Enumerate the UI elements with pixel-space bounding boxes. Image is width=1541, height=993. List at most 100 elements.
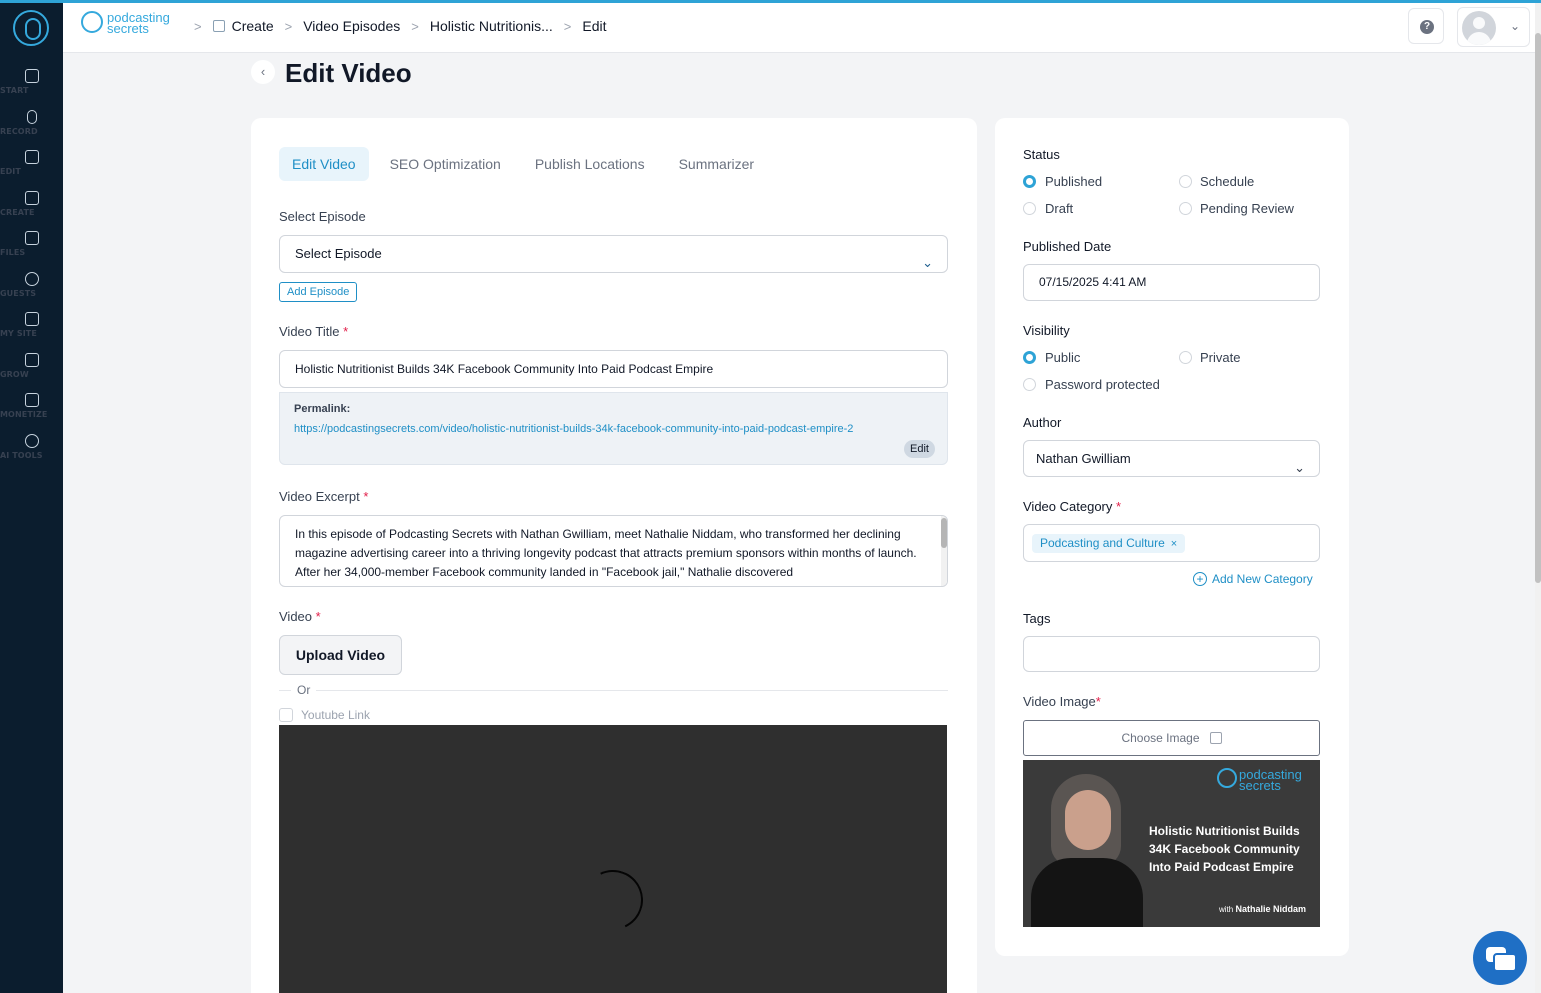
choose-image-button[interactable]: Choose Image	[1023, 720, 1320, 756]
chevron-down-icon: ⌄	[1294, 460, 1305, 475]
author-label: Author	[1023, 415, 1062, 430]
thumbnail-guest-name: Nathalie Niddam	[1235, 904, 1306, 914]
thumbnail-guest: with Nathalie Niddam	[1219, 904, 1306, 914]
video-image-label: Video Image*	[1023, 694, 1101, 709]
breadcrumb-episode[interactable]: Holistic Nutritionis...	[430, 18, 553, 34]
video-title-input[interactable]: Holistic Nutritionist Builds 34K Faceboo…	[279, 350, 948, 388]
breadcrumb-create[interactable]: Create	[232, 18, 274, 34]
published-date-input[interactable]: 07/15/2025 4:41 AM	[1023, 264, 1320, 301]
files-icon	[24, 231, 39, 245]
video-label-text: Video	[279, 609, 313, 624]
video-category-label: Video Category *	[1023, 499, 1121, 514]
tab-summarizer[interactable]: Summarizer	[666, 147, 767, 181]
sidebar-item-start[interactable]: START	[0, 69, 63, 95]
thumbnail-title: Holistic Nutritionist Builds 34K Faceboo…	[1149, 824, 1300, 874]
sidebar-item-label: FILES	[0, 248, 26, 257]
add-new-category-button[interactable]: + Add New Category	[1193, 572, 1313, 586]
status-schedule-radio[interactable]	[1179, 175, 1192, 188]
status-published-label: Published	[1045, 174, 1103, 189]
status-draft-label: Draft	[1045, 201, 1074, 216]
sidebar-item-edit[interactable]: EDIT	[0, 150, 63, 176]
video-category-label-text: Video Category	[1023, 499, 1113, 514]
sidebar-item-label: GROW	[0, 370, 29, 379]
required-mark: *	[315, 609, 321, 624]
breadcrumb-video-episodes[interactable]: Video Episodes	[303, 18, 400, 34]
sidebar-item-label: START	[0, 86, 29, 95]
tab-publish-locations[interactable]: Publish Locations	[522, 147, 658, 181]
close-icon[interactable]: ×	[1171, 538, 1177, 550]
status-published-radio[interactable]	[1023, 175, 1036, 188]
permalink-url[interactable]: https://podcastingsecrets.com/video/holi…	[294, 423, 853, 435]
video-player[interactable]	[279, 725, 947, 993]
required-mark: *	[363, 489, 369, 504]
visibility-label: Visibility	[1023, 323, 1070, 338]
chevron-right-icon: >	[411, 18, 419, 34]
tab-edit-video[interactable]: Edit Video	[279, 147, 369, 181]
loading-spinner-icon	[574, 861, 652, 939]
brand-text-line2: secrets	[107, 21, 149, 36]
permalink-label: Permalink:	[294, 403, 351, 415]
sidebar-item-label: AI TOOLS	[0, 451, 43, 460]
sidebar-item-monetize[interactable]: MONETIZE	[0, 393, 63, 419]
sidebar-item-files[interactable]: FILES	[0, 231, 63, 257]
scrollbar-thumb[interactable]	[1535, 33, 1541, 583]
or-label: Or	[291, 683, 317, 697]
permalink-edit-button[interactable]: Edit	[904, 440, 935, 458]
permalink-box: Permalink: https://podcastingsecrets.com…	[279, 392, 948, 465]
video-excerpt-label-text: Video Excerpt	[279, 489, 360, 504]
app-logo-icon[interactable]	[13, 10, 49, 46]
grow-icon	[24, 353, 39, 367]
upload-video-button[interactable]: Upload Video	[279, 635, 402, 675]
status-pending-review-radio[interactable]	[1179, 202, 1192, 215]
sidebar-item-label: RECORD	[0, 127, 38, 136]
help-button[interactable]: ?	[1408, 8, 1444, 44]
or-divider	[279, 690, 948, 691]
chevron-right-icon: >	[563, 18, 572, 34]
visibility-private-radio[interactable]	[1179, 351, 1192, 364]
thumbnail-brand-line2: secrets	[1239, 778, 1281, 793]
video-category-input[interactable]: Podcasting and Culture ×	[1023, 524, 1320, 562]
select-episode-dropdown[interactable]: Select Episode ⌄	[279, 235, 948, 273]
back-button[interactable]: ‹	[251, 60, 275, 84]
sidebar-item-guests[interactable]: GUESTS	[0, 272, 63, 298]
publish-settings-card: Status Published Schedule Draft Pending …	[995, 118, 1349, 956]
brand-logo[interactable]: podcasting secrets	[81, 11, 177, 37]
required-mark: *	[1116, 499, 1122, 514]
brand-mark-icon	[1217, 768, 1237, 788]
avatar	[1462, 11, 1496, 45]
author-select[interactable]: Nathan Gwilliam ⌄	[1023, 440, 1320, 477]
tab-bar: Edit Video SEO Optimization Publish Loca…	[279, 147, 775, 181]
chevron-right-icon: >	[194, 18, 202, 34]
top-header: podcasting secrets > Create > Video Epis…	[63, 3, 1535, 53]
sidebar-item-ai-tools[interactable]: AI TOOLS	[0, 434, 63, 460]
visibility-public-radio[interactable]	[1023, 351, 1036, 364]
sidebar-item-create[interactable]: CREATE	[0, 191, 63, 217]
sidebar-item-grow[interactable]: GROW	[0, 353, 63, 379]
visibility-password-radio[interactable]	[1023, 378, 1036, 391]
site-icon	[24, 312, 39, 326]
required-mark: *	[1095, 694, 1101, 709]
guests-icon	[24, 272, 39, 286]
page-scrollbar[interactable]	[1535, 3, 1541, 993]
sidebar-item-label: EDIT	[0, 167, 21, 176]
tags-input[interactable]	[1023, 636, 1320, 672]
tags-label: Tags	[1023, 611, 1051, 626]
top-accent-line	[0, 0, 1541, 3]
status-schedule-label: Schedule	[1200, 174, 1255, 189]
user-menu-button[interactable]: ⌄	[1457, 7, 1530, 47]
sidebar-item-my-site[interactable]: MY SITE	[0, 312, 63, 338]
youtube-link-checkbox[interactable]	[279, 708, 293, 722]
add-new-category-label: Add New Category	[1212, 572, 1313, 586]
excerpt-scrollbar[interactable]	[941, 516, 947, 586]
thumbnail-with-prefix: with	[1219, 905, 1234, 914]
video-image-label-text: Video Image	[1023, 694, 1096, 709]
chat-support-icon[interactable]	[1473, 931, 1527, 985]
sidebar-item-record[interactable]: RECORD	[0, 110, 63, 136]
upload-icon	[1209, 732, 1222, 744]
tab-seo-optimization[interactable]: SEO Optimization	[377, 147, 514, 181]
youtube-link-label: Youtube Link	[301, 708, 370, 722]
add-episode-button[interactable]: Add Episode	[279, 282, 358, 302]
video-excerpt-textarea[interactable]: In this episode of Podcasting Secrets wi…	[279, 515, 948, 587]
ai-tools-icon	[24, 434, 39, 448]
status-draft-radio[interactable]	[1023, 202, 1036, 215]
